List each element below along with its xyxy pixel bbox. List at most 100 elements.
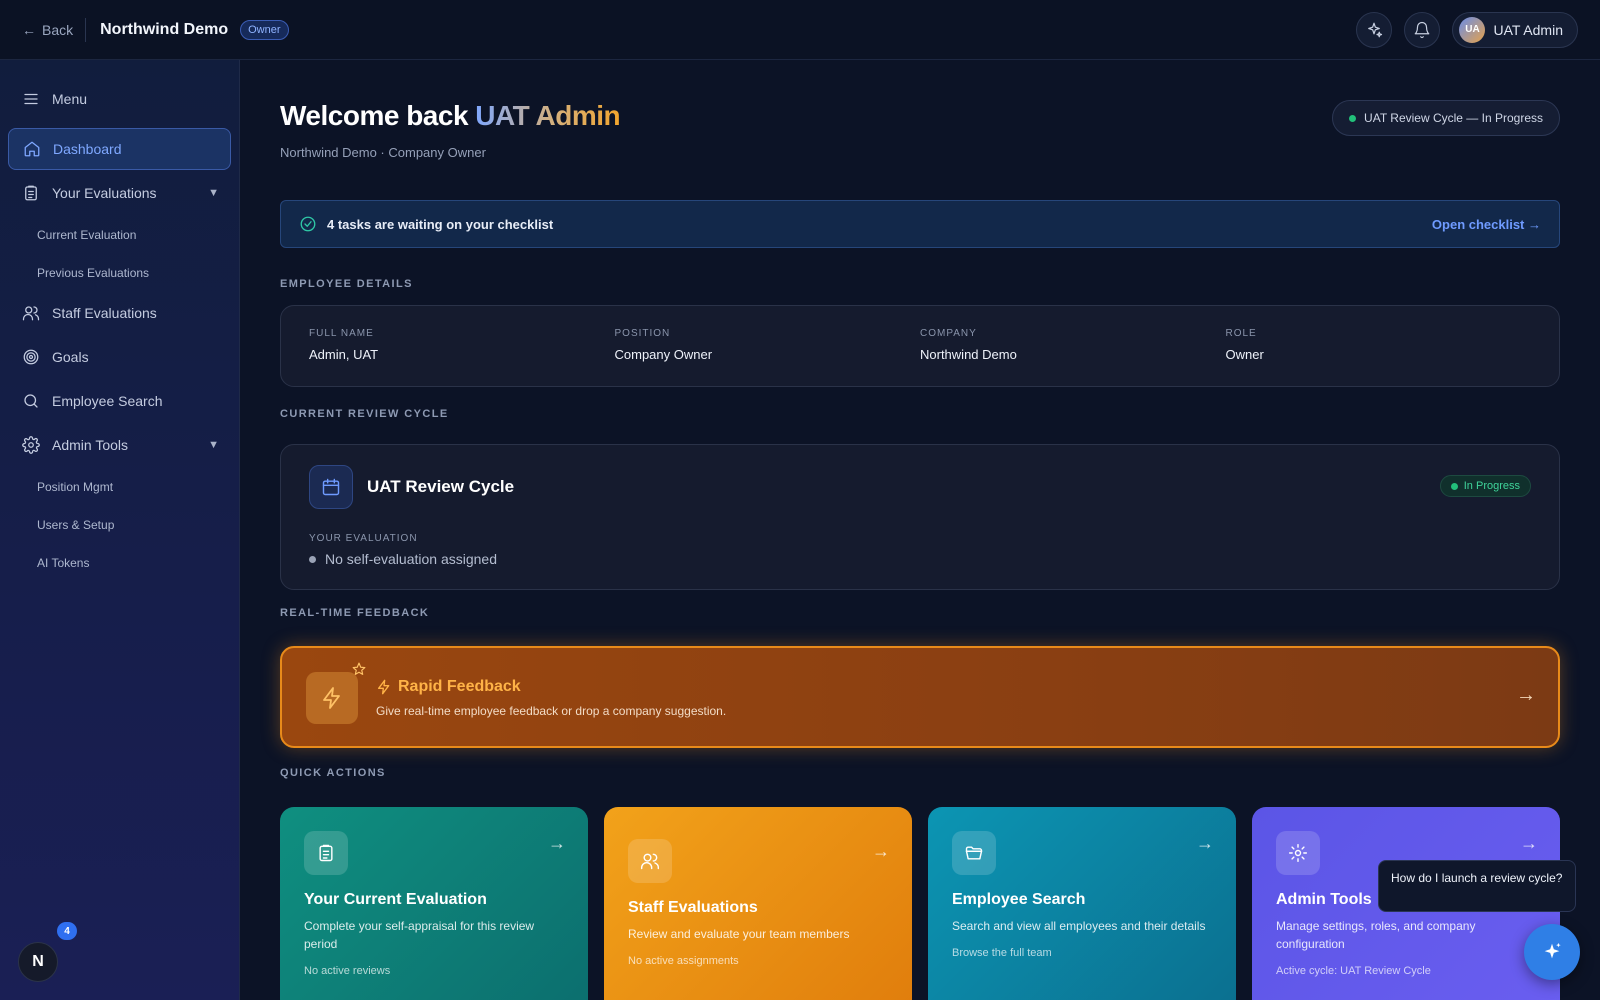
detail-position: POSITION Company Owner xyxy=(615,328,921,364)
quick-action-title: Your Current Evaluation xyxy=(304,891,487,908)
detail-value: Owner xyxy=(1225,347,1264,362)
target-icon xyxy=(23,349,39,365)
rapid-feedback-title: Rapid Feedback xyxy=(376,678,521,696)
arrow-right-icon: → xyxy=(872,841,890,861)
sidebar-item-admin-tools[interactable]: Admin Tools ▼ xyxy=(8,424,231,466)
check-circle-icon xyxy=(300,216,316,232)
sidebar-item-goals[interactable]: Goals xyxy=(8,336,231,378)
sidebar-item-label: Staff Evaluations xyxy=(52,305,157,321)
sidebar-item-dashboard[interactable]: Dashboard xyxy=(8,128,231,170)
arrow-right-icon: → xyxy=(1196,833,1214,853)
menu-label: Menu xyxy=(52,91,88,107)
section-label-employee-details: EMPLOYEE DETAILS xyxy=(280,278,413,290)
sidebar-item-employee-search[interactable]: Employee Search xyxy=(8,380,231,422)
sparkle-icon xyxy=(1368,22,1383,37)
quick-action-employee-search[interactable]: → Employee Search Search and view all em… xyxy=(928,807,1236,1000)
top-bar: ← Back Northwind Demo Owner UA UAT Admin xyxy=(0,0,1600,60)
menu-toggle[interactable]: Menu xyxy=(8,78,231,120)
welcome-name: UAT Admin xyxy=(475,100,621,131)
page-subtitle: Northwind Demo · Company Owner xyxy=(280,145,486,160)
users-icon xyxy=(628,839,672,883)
welcome-prefix: Welcome back xyxy=(280,100,476,131)
avatar: UA xyxy=(1459,16,1486,43)
notifications-avatar[interactable]: N xyxy=(18,942,58,982)
main-content: Welcome back UAT Admin Northwind Demo · … xyxy=(240,60,1600,1000)
sidebar-subitem-ai-tokens[interactable]: AI Tokens xyxy=(8,544,231,582)
arrow-right-icon: → xyxy=(1520,833,1538,853)
notification-count-badge: 4 xyxy=(57,922,77,940)
detail-label: FULL NAME xyxy=(309,328,374,339)
clipboard-icon xyxy=(25,185,37,201)
org-title: Northwind Demo xyxy=(100,20,229,38)
user-menu[interactable]: UA UAT Admin xyxy=(1452,11,1578,48)
detail-value: Admin, UAT xyxy=(309,347,379,362)
quick-action-desc: Complete your self-appraisal for this re… xyxy=(304,919,535,951)
sidebar-subitem-position-mgmt[interactable]: Position Mgmt xyxy=(8,468,231,506)
clipboard-icon xyxy=(304,831,348,875)
rapid-feedback-title-text: Rapid Feedback xyxy=(398,678,521,695)
cycle-pill-label: UAT Review Cycle — In Progress xyxy=(1364,111,1543,125)
detail-company: COMPANY Northwind Demo xyxy=(920,328,1226,364)
lightning-icon xyxy=(306,672,358,724)
open-checklist-link[interactable]: Open checklist → xyxy=(1432,217,1541,232)
users-icon xyxy=(22,306,40,321)
assistant-tooltip: How do I launch a review cycle? xyxy=(1378,860,1576,912)
detail-role: ROLE Owner xyxy=(1226,328,1532,364)
quick-action-current-evaluation[interactable]: → Your Current Evaluation Complete your … xyxy=(280,807,588,1000)
arrow-left-icon: ← xyxy=(22,21,36,38)
arrow-right-icon: → xyxy=(1516,684,1536,706)
quick-action-title: Employee Search xyxy=(952,891,1086,908)
gear-icon xyxy=(1276,831,1320,875)
ai-sparkle-button[interactable] xyxy=(1356,11,1393,48)
home-icon xyxy=(24,141,40,157)
back-label: Back xyxy=(42,21,74,38)
cycle-status-pill[interactable]: UAT Review Cycle — In Progress xyxy=(1332,100,1560,136)
sidebar-item-your-evaluations[interactable]: Your Evaluations ▼ xyxy=(8,172,231,214)
detail-label: COMPANY xyxy=(920,328,977,339)
quick-action-staff-evaluations[interactable]: → Staff Evaluations Review and evaluate … xyxy=(604,807,912,1000)
sidebar-item-label: Employee Search xyxy=(52,393,163,409)
page-title: Welcome back UAT Admin xyxy=(280,100,621,132)
back-button[interactable]: ← Back xyxy=(22,22,73,38)
status-label: In Progress xyxy=(1463,480,1520,492)
checklist-banner: 4 tasks are waiting on your checklist Op… xyxy=(280,200,1560,248)
sidebar-item-staff-evaluations[interactable]: Staff Evaluations xyxy=(8,292,231,334)
avatar-letter: N xyxy=(32,953,44,970)
rapid-feedback-card[interactable]: Rapid Feedback Give real-time employee f… xyxy=(280,646,1560,748)
your-evaluation-label: YOUR EVALUATION xyxy=(309,533,418,544)
your-evaluation-text: No self-evaluation assigned xyxy=(325,551,497,567)
section-label-review-cycle: CURRENT REVIEW CYCLE xyxy=(280,408,449,420)
status-dot xyxy=(1450,482,1458,490)
sparkle-icon xyxy=(1544,942,1561,959)
sidebar-subitem-previous-evaluations[interactable]: Previous Evaluations xyxy=(8,254,231,292)
detail-value: Company Owner xyxy=(614,347,713,362)
assistant-button[interactable] xyxy=(1524,924,1580,980)
review-cycle-card[interactable]: UAT Review Cycle In Progress YOUR EVALUA… xyxy=(280,444,1560,590)
your-evaluation-value: No self-evaluation assigned xyxy=(309,551,497,567)
chevron-down-icon[interactable]: ▼ xyxy=(208,187,219,199)
sidebar-item-label: Goals xyxy=(52,349,89,365)
detail-value: Northwind Demo xyxy=(920,347,1017,362)
rapid-feedback-desc: Give real-time employee feedback or drop… xyxy=(376,704,727,718)
sidebar: Menu Dashboard Your Evaluations ▼ Curren… xyxy=(0,60,240,1000)
detail-label: POSITION xyxy=(614,328,671,339)
quick-action-foot: No active reviews xyxy=(304,965,391,977)
chevron-down-icon[interactable]: ▼ xyxy=(208,439,219,451)
user-name: UAT Admin xyxy=(1493,21,1563,38)
review-cycle-title: UAT Review Cycle xyxy=(367,477,515,496)
sidebar-subitem-users-setup[interactable]: Users & Setup xyxy=(8,506,231,544)
quick-action-foot: No active assignments xyxy=(628,955,739,967)
quick-action-desc: Manage settings, roles, and company conf… xyxy=(1276,919,1476,951)
quick-action-desc: Search and view all employees and their … xyxy=(952,919,1206,933)
employee-details-card: FULL NAME Admin, UAT POSITION Company Ow… xyxy=(280,305,1560,387)
notifications-button[interactable] xyxy=(1404,11,1441,48)
folder-icon xyxy=(952,831,996,875)
detail-label: ROLE xyxy=(1225,328,1257,339)
hamburger-icon xyxy=(24,93,38,105)
quick-action-desc: Review and evaluate your team members xyxy=(628,927,850,941)
detail-full-name: FULL NAME Admin, UAT xyxy=(309,328,615,364)
quick-action-foot: Active cycle: UAT Review Cycle xyxy=(1276,965,1431,977)
sidebar-item-label: Dashboard xyxy=(53,141,122,157)
sidebar-subitem-current-evaluation[interactable]: Current Evaluation xyxy=(8,216,231,254)
gear-icon xyxy=(22,436,40,454)
